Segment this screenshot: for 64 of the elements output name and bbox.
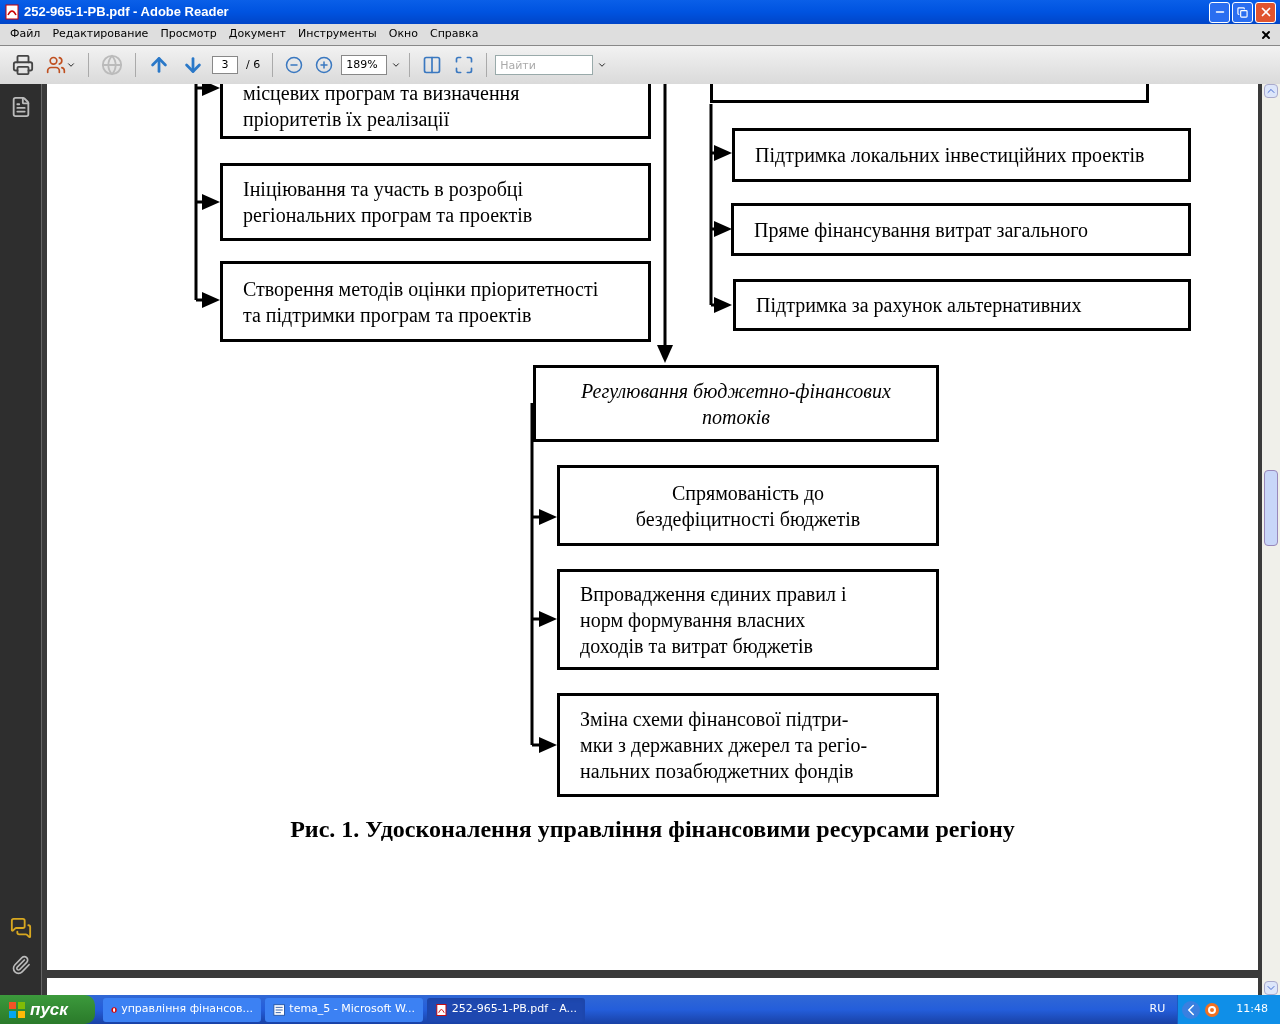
start-button[interactable]: пуск [0,995,95,1024]
arrow-down-icon [182,54,204,76]
printer-icon [12,54,34,76]
taskbar-button[interactable]: 252-965-1-PB.pdf - A... [427,997,585,1022]
box-text: Створення методів оцінки пріоритетності [243,276,599,302]
scroll-thumb[interactable] [1264,470,1278,546]
box-text: пріоритетів їх реалізації [243,107,450,132]
menu-item[interactable]: Документ [222,26,292,43]
box-text: доходів та витрат бюджетів [580,633,814,659]
box-text: Впровадження єдиних правил і [580,581,847,607]
box-text: місцевих програм та визначення [243,84,520,106]
document-icon [273,1002,286,1017]
close-icon[interactable] [1260,28,1272,41]
restore-icon [1237,6,1248,18]
page-number-field[interactable]: 3 [212,56,238,74]
menu-item[interactable]: Файл [4,26,47,43]
box-text: Регулювання бюджетно-фінансових [581,378,891,404]
search-field[interactable]: Найти [495,55,594,75]
pdf-icon [435,1002,448,1017]
zoom-field[interactable]: 189% [341,55,388,75]
pdf-icon [4,4,20,20]
arrow-up-icon [148,54,170,76]
figure-caption: Рис. 1. Удосконалення управління фінансовими ресурсами регіону [290,815,1015,844]
fit-width-icon [422,55,443,75]
people-icon [46,55,66,75]
zoom-out-icon [285,56,304,74]
box-text: бездефіцитності бюджетів [635,506,861,532]
menu-item[interactable]: Инструменты [292,26,383,43]
caret-icon [66,60,76,70]
globe-icon [101,54,123,76]
attachment-icon[interactable] [10,955,31,975]
restore-button[interactable] [1232,1,1253,23]
box-text: нальних позабюджетних фондів [580,759,854,784]
box-text: мки з державних джерел та регіо- [580,733,868,758]
box-text: Підтримка за рахунок альтернативних [756,293,1082,318]
box-text: регіональних програм та проектів [243,203,533,228]
box-text: Пряме фінансування витрат загального [754,217,1089,243]
clock: 11:48 [1236,1001,1268,1018]
language-indicator[interactable]: RU [1149,1001,1166,1018]
fit-page-icon [454,55,475,75]
minimize-button[interactable] [1209,1,1230,23]
dropdown-icon[interactable] [391,60,402,70]
show-hidden-icon[interactable] [1182,1000,1201,1019]
menu-item[interactable]: Окно [382,26,424,43]
menu-item[interactable]: Просмотр [154,26,223,43]
windows-flag-icon [8,1000,26,1019]
close-button[interactable] [1255,1,1276,23]
dropdown-icon[interactable] [597,60,608,70]
zoom-in-icon [315,56,334,74]
page-total: / 6 [246,56,261,73]
box-text: Зміна схеми фінансової підтри- [580,707,849,732]
menu-item[interactable]: Справка [423,26,485,43]
window-title: 252-965-1-PB.pdf - Adobe Reader [24,3,229,22]
comments-icon[interactable] [9,917,32,939]
taskbar-button[interactable]: управління фінансов... [103,997,261,1022]
taskbar-button[interactable]: tema_5 - Microsoft W... [265,997,423,1022]
ring-icon[interactable] [1204,1001,1221,1018]
menu-item[interactable]: Редактирование [46,26,155,43]
box-text: Спрямованість до [671,480,825,506]
box-text: потоків [701,404,770,430]
box-text: Підтримка локальних інвестиційних проектів [755,143,1145,168]
box-text: Ініціювання та участь в розробці [243,177,524,202]
box-text: норм формування власних [580,607,806,633]
box-text: та підтримки програм та проектів [243,302,532,328]
